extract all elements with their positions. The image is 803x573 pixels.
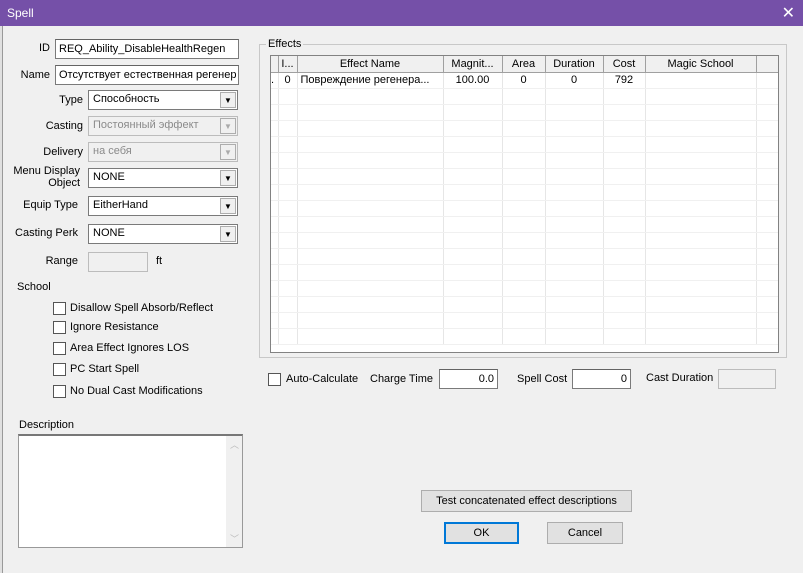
- menu-display-select[interactable]: NONE ▼: [88, 168, 238, 188]
- chevron-down-icon: ▼: [220, 144, 236, 160]
- cancel-button[interactable]: Cancel: [547, 522, 623, 544]
- ok-button[interactable]: OK: [444, 522, 519, 544]
- cell: [756, 72, 778, 89]
- background-window-edge: [0, 26, 3, 573]
- chevron-down-icon: ▼: [220, 118, 236, 134]
- checkbox[interactable]: [53, 363, 66, 376]
- equip-type-select[interactable]: EitherHand ▼: [88, 196, 238, 216]
- range-unit: ft: [156, 255, 163, 267]
- name-label: Name: [20, 69, 50, 81]
- checkbox[interactable]: [268, 373, 281, 386]
- description-textarea[interactable]: ︿ ﹀: [18, 434, 243, 548]
- cell-cost: 792: [603, 72, 646, 89]
- table-row[interactable]: . 0 Повреждение регенера... 100.00 0 0 7…: [271, 72, 778, 89]
- cell-index: 0: [278, 72, 298, 89]
- table-header: I... Effect Name Magnit... Area Duration…: [271, 56, 778, 73]
- casting-perk-value: NONE: [93, 227, 125, 239]
- chevron-down-icon[interactable]: ▼: [220, 226, 236, 242]
- effects-table[interactable]: I... Effect Name Magnit... Area Duration…: [270, 55, 779, 353]
- delivery-select: на себя ▼: [88, 142, 238, 162]
- column-header-duration[interactable]: Duration: [545, 56, 604, 73]
- cast-duration-input: [718, 369, 776, 389]
- cell-magic-school: [645, 72, 757, 89]
- cell-duration: 0: [545, 72, 604, 89]
- id-label: ID: [39, 42, 50, 54]
- checkbox-label: Area Effect Ignores LOS: [70, 342, 190, 354]
- column-header-effect-name[interactable]: Effect Name: [297, 56, 444, 73]
- checkbox-label: Disallow Spell Absorb/Reflect: [70, 302, 214, 314]
- type-select[interactable]: Способность ▼: [88, 90, 238, 110]
- charge-time-label: Charge Time: [370, 373, 433, 385]
- casting-label: Casting: [45, 120, 83, 132]
- title-bar: Spell ✕: [0, 0, 803, 26]
- delivery-value: на себя: [93, 145, 132, 157]
- auto-calculate-label: Auto-Calculate: [286, 373, 359, 385]
- column-header-index[interactable]: I...: [278, 56, 298, 73]
- cell-effect-name: Повреждение регенера...: [297, 72, 444, 89]
- checkbox-label: PC Start Spell: [70, 363, 140, 375]
- checkbox-label: No Dual Cast Modifications: [70, 385, 203, 397]
- effects-label: Effects: [266, 38, 304, 50]
- casting-perk-label: Casting Perk: [15, 227, 78, 239]
- cell-area: 0: [502, 72, 546, 89]
- range-label: Range: [45, 255, 78, 267]
- scroll-down-icon[interactable]: ﹀: [230, 532, 239, 545]
- chevron-down-icon[interactable]: ▼: [220, 198, 236, 214]
- cast-duration-label: Cast Duration: [646, 372, 714, 384]
- chevron-down-icon[interactable]: ▼: [220, 92, 236, 108]
- type-value: Способность: [93, 93, 160, 105]
- spell-cost-input[interactable]: 0: [572, 369, 631, 389]
- casting-perk-select[interactable]: NONE ▼: [88, 224, 238, 244]
- checkbox[interactable]: [53, 342, 66, 355]
- scroll-up-icon[interactable]: ︿: [230, 438, 239, 451]
- test-effect-descriptions-button[interactable]: Test concatenated effect descriptions: [421, 490, 632, 512]
- checkbox-label: Ignore Resistance: [70, 321, 159, 333]
- checkbox[interactable]: [53, 321, 66, 334]
- delivery-label: Delivery: [43, 146, 83, 158]
- checkbox[interactable]: [53, 385, 66, 398]
- type-label: Type: [59, 94, 83, 106]
- column-header-area[interactable]: Area: [502, 56, 546, 73]
- school-label: School: [17, 281, 51, 293]
- name-input[interactable]: Отсутствует естественная регенер: [55, 65, 239, 85]
- menu-display-label: Menu Display Object: [13, 165, 80, 189]
- column-header[interactable]: [271, 56, 279, 73]
- column-header-cost[interactable]: Cost: [603, 56, 646, 73]
- checkbox[interactable]: [53, 302, 66, 315]
- equip-type-value: EitherHand: [93, 199, 149, 211]
- close-icon[interactable]: ✕: [782, 3, 795, 23]
- spell-cost-label: Spell Cost: [517, 373, 568, 385]
- id-input[interactable]: REQ_Ability_DisableHealthRegen: [55, 39, 239, 59]
- column-header-magnitude[interactable]: Magnit...: [443, 56, 503, 73]
- chevron-down-icon[interactable]: ▼: [220, 170, 236, 186]
- casting-select: Постоянный эффект ▼: [88, 116, 238, 136]
- description-label: Description: [19, 419, 75, 431]
- column-header-magic-school[interactable]: Magic School: [645, 56, 757, 73]
- cell-magnitude: 100.00: [443, 72, 503, 89]
- menu-display-value: NONE: [93, 171, 125, 183]
- window-title: Spell: [7, 6, 34, 20]
- cell: .: [271, 72, 279, 89]
- scrollbar[interactable]: ︿ ﹀: [226, 436, 242, 547]
- charge-time-input[interactable]: 0.0: [439, 369, 498, 389]
- range-input: [88, 252, 148, 272]
- equip-type-label: Equip Type: [23, 199, 78, 211]
- column-header: [756, 56, 778, 73]
- casting-value: Постоянный эффект: [93, 119, 199, 131]
